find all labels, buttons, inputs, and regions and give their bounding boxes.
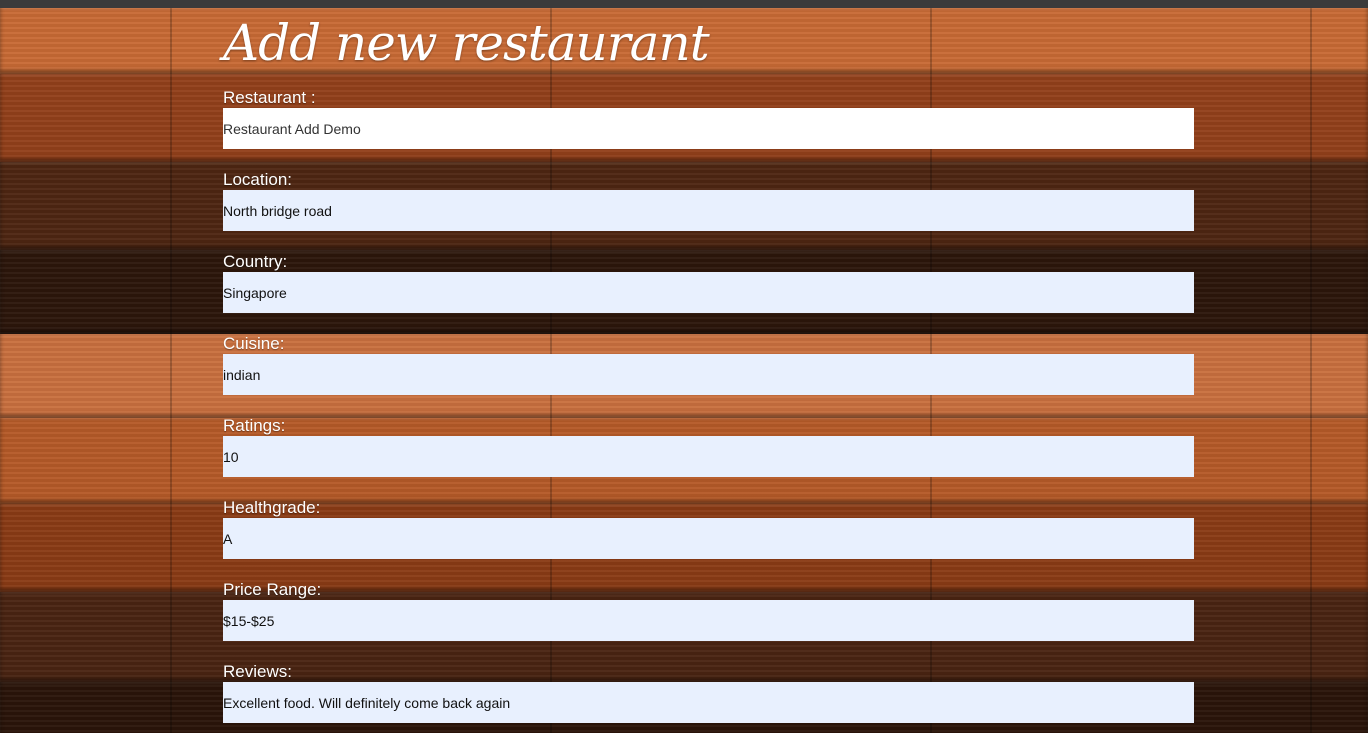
reviews-input[interactable] (223, 682, 1194, 723)
cuisine-input[interactable] (223, 354, 1194, 395)
reviews-field: Reviews: (223, 654, 1194, 723)
price-range-label: Price Range: (223, 580, 322, 599)
cuisine-field: Cuisine: (223, 326, 1194, 395)
healthgrade-input[interactable] (223, 518, 1194, 559)
price-range-input[interactable] (223, 600, 1194, 641)
restaurant-input[interactable] (223, 108, 1194, 149)
healthgrade-field: Healthgrade: (223, 490, 1194, 559)
cuisine-label: Cuisine: (223, 334, 285, 353)
location-input[interactable] (223, 190, 1194, 231)
ratings-field: Ratings: (223, 408, 1194, 477)
location-field: Location: (223, 162, 1194, 231)
browser-top-bar (0, 0, 1368, 8)
restaurant-label: Restaurant : (223, 88, 316, 107)
price-range-field: Price Range: (223, 572, 1194, 641)
add-restaurant-form: Add new restaurant Restaurant : Location… (223, 8, 1194, 723)
ratings-input[interactable] (223, 436, 1194, 477)
page-title: Add new restaurant (223, 14, 710, 72)
country-field: Country: (223, 244, 1194, 313)
ratings-label: Ratings: (223, 416, 286, 435)
country-input[interactable] (223, 272, 1194, 313)
reviews-label: Reviews: (223, 662, 292, 681)
restaurant-field: Restaurant : (223, 80, 1194, 149)
location-label: Location: (223, 170, 292, 189)
country-label: Country: (223, 252, 288, 271)
healthgrade-label: Healthgrade: (223, 498, 321, 517)
